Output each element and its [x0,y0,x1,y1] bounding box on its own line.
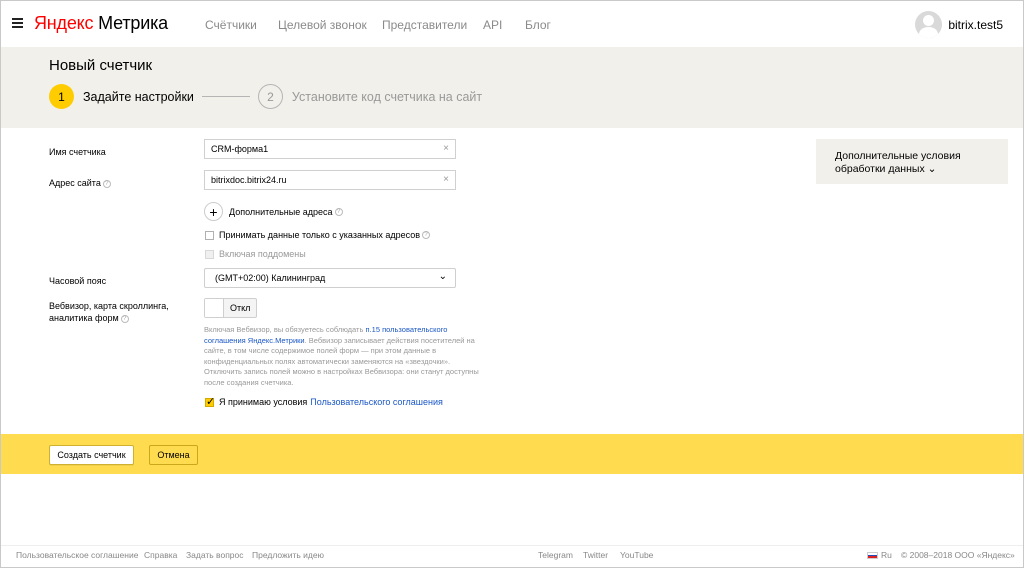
footer-ask-question[interactable]: Задать вопрос [186,550,244,560]
timezone-select[interactable]: (GMT+02:00) Калининград ⌄ [204,268,456,288]
avatar[interactable] [915,11,943,38]
action-band: Создать счетчик Отмена [1,434,1023,474]
user-menu[interactable]: bitrix.test5 [915,11,1003,38]
accept-only-checkbox[interactable] [205,230,214,240]
footer: Пользовательское соглашение Справка Зада… [1,545,1023,567]
webvisor-notice: Включая Вебвизор, вы обязуетесь соблюдат… [204,325,482,388]
accept-only-label: Принимать данные только с указанных адре… [219,230,421,240]
footer-copyright: © 2008–2018 ООО «Яндекс» [901,550,1015,560]
nav-counters[interactable]: Счётчики [205,18,257,32]
help-icon[interactable]: ? [422,231,431,239]
nav-representatives[interactable]: Представители [382,18,467,32]
webvisor-label-text: Вебвизор, карта скроллинга, аналитика фо… [49,301,169,323]
site-address-value: bitrixdoc.bitrix24.ru [211,175,287,185]
notice-text-1: Включая Вебвизор, вы обязуетесь соблюдат… [204,325,366,334]
counter-name-input[interactable]: CRM-форма1 × [204,139,456,159]
toggle-knob [205,299,224,317]
accept-only-row[interactable]: Принимать данные только с указанных адре… [205,230,431,240]
cancel-button[interactable]: Отмена [149,445,198,465]
footer-help[interactable]: Справка [144,550,177,560]
site-address-input[interactable]: bitrixdoc.bitrix24.ru × [204,170,456,190]
chevron-down-icon: ⌄ [927,163,937,175]
timezone-value: (GMT+02:00) Калининград [215,273,326,283]
agree-checkbox[interactable] [205,395,215,408]
footer-twitter[interactable]: Twitter [583,550,608,560]
agree-label: Я принимаю условия [219,397,308,407]
chevron-down-icon: ⌄ [438,271,447,282]
user-agreement-link[interactable]: Пользовательского соглашения [310,397,443,407]
counter-form: Имя счетчика CRM-форма1 × Адрес сайта? b… [1,128,1023,434]
nav-blog[interactable]: Блог [525,18,551,32]
create-counter-button[interactable]: Создать счетчик [49,445,134,465]
plus-icon: + [204,202,223,221]
step-divider [201,96,250,97]
help-icon[interactable]: ? [120,314,129,323]
nav-api[interactable]: API [483,18,502,32]
clear-icon[interactable]: × [443,143,449,154]
agree-row[interactable]: Я принимаю условия Пользовательского сог… [205,395,443,408]
subdomains-checkbox [205,249,214,259]
step-2-label: Установите код счетчика на сайт [291,89,483,104]
wizard-steps: 1 Задайте настройки 2 Установите код сче… [49,84,482,109]
help-icon[interactable]: ? [102,179,111,188]
step-1-number: 1 [49,84,74,109]
menu-icon[interactable] [12,18,23,28]
logo[interactable]: Яндекс Метрика [34,13,168,34]
data-processing-conditions[interactable]: Дополнительные условия обработки данных … [816,139,1008,184]
counter-name-value: CRM-форма1 [211,144,269,154]
footer-user-agreement[interactable]: Пользовательское соглашение [16,550,138,560]
footer-youtube[interactable]: YouTube [620,550,653,560]
webvisor-label: Вебвизор, карта скроллинга, аналитика фо… [49,300,179,324]
russia-flag-icon [867,552,878,559]
nav-target-call[interactable]: Целевой звонок [278,18,367,32]
footer-suggest-idea[interactable]: Предложить идею [252,550,324,560]
add-addresses-button[interactable]: + Дополнительные адреса ? [204,202,343,221]
step-1-label: Задайте настройки [83,89,194,104]
webvisor-toggle-label: Откл [230,303,251,313]
side-box-line1: Дополнительные условия [835,150,961,162]
logo-metrika: Метрика [98,13,168,33]
site-address-label-text: Адрес сайта [49,178,101,188]
footer-telegram[interactable]: Telegram [538,550,573,560]
page-title: Новый счетчик [49,57,153,74]
add-addresses-label: Дополнительные адреса [229,206,333,217]
subdomains-row: Включая поддомены [205,249,306,259]
step-2-number: 2 [257,84,283,109]
site-address-label: Адрес сайта? [49,177,111,189]
webvisor-toggle[interactable]: Откл [204,298,257,318]
side-box-line2: обработки данных [835,163,925,175]
counter-name-label: Имя счетчика [49,147,106,157]
subdomains-label: Включая поддомены [219,249,306,259]
timezone-label: Часовой пояс [49,276,107,286]
logo-yandex: Яндекс [34,13,94,33]
title-band: Новый счетчик 1 Задайте настройки 2 Уста… [1,47,1023,128]
clear-icon[interactable]: × [443,174,449,185]
footer-language[interactable]: Ru [881,550,892,560]
top-header: Яндекс Метрика Счётчики Целевой звонок П… [1,1,1023,47]
help-icon[interactable]: ? [334,207,343,216]
username[interactable]: bitrix.test5 [948,18,1003,32]
